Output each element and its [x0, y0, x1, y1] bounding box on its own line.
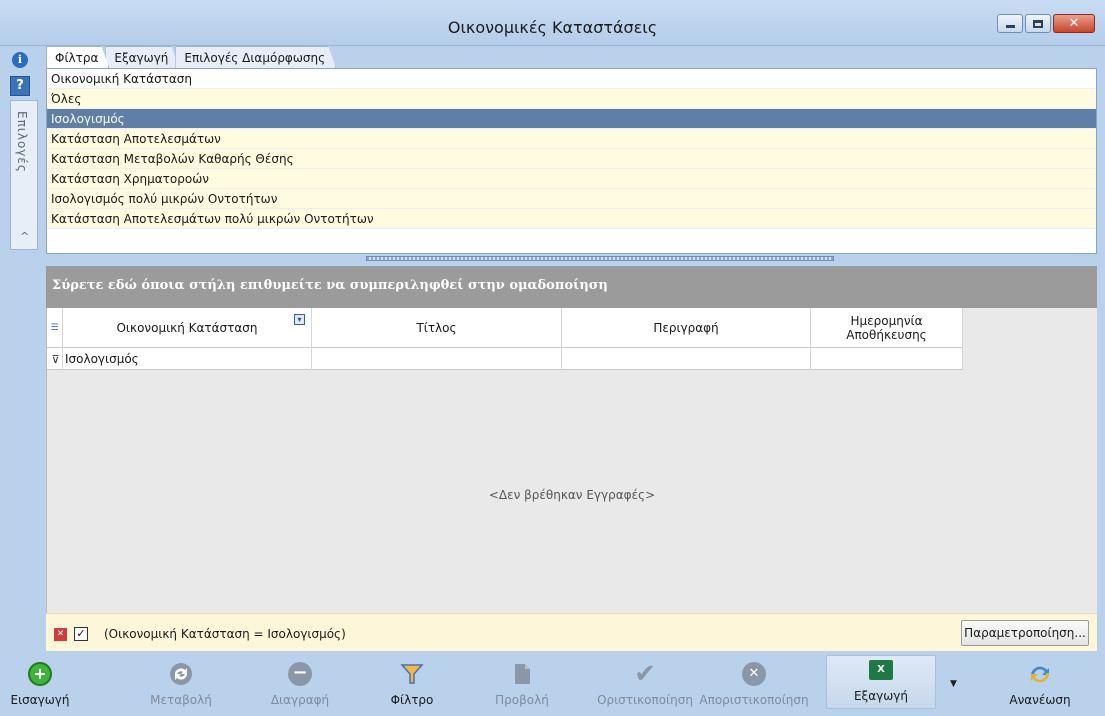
- empty-grid-message: <Δεν βρέθηκαν Εγγραφές>: [488, 488, 656, 502]
- delete-label: Διαγραφή: [270, 693, 330, 707]
- list-item[interactable]: Κατάσταση Αποτελεσμάτων: [47, 129, 1096, 149]
- filter-button[interactable]: Φίλτρο: [384, 653, 440, 713]
- help-icon[interactable]: ?: [10, 76, 30, 96]
- minimize-button[interactable]: [997, 14, 1023, 33]
- export-dropdown-arrow-icon[interactable]: ▼: [950, 679, 957, 689]
- check-icon: ✔: [634, 659, 656, 689]
- list-item[interactable]: Κατάσταση Χρηματοροών: [47, 169, 1096, 189]
- unfinalize-label: Απoριστικοποίηση: [699, 693, 809, 707]
- tab-filters[interactable]: Φίλτρα: [46, 46, 109, 68]
- delete-icon: −: [288, 662, 312, 686]
- tab-format-options[interactable]: Επιλογές Διαμόρφωσης: [175, 46, 336, 68]
- records-grid: ☰ Οικονομική Κατάσταση ▾ Τίτλος Περιγραφ…: [46, 308, 1097, 613]
- window-title: Οικονομικές Καταστάσεις: [447, 18, 658, 37]
- unfinalize-icon: ✕: [742, 662, 766, 686]
- unfinalize-button[interactable]: ✕ Απoριστικοποίηση: [696, 653, 812, 713]
- edit-label: Μεταβολή: [150, 693, 212, 707]
- list-item[interactable]: Κατάσταση Μεταβολών Καθαρής Θέσης: [47, 149, 1096, 169]
- refresh-label: Ανανέωση: [1009, 693, 1071, 707]
- financial-statement-filter-list: Οικονομική Κατάσταση Όλες Ισολογισμός Κα…: [46, 68, 1097, 254]
- window-controls: ✕: [997, 14, 1095, 33]
- view-button[interactable]: Προβολή: [492, 653, 552, 713]
- add-button[interactable]: + Εισαγωγή: [10, 653, 70, 713]
- customize-button[interactable]: Παραμετροποίηση...: [961, 620, 1089, 646]
- column-header-label: Οικονομική Κατάσταση: [116, 321, 258, 335]
- column-header-save-date[interactable]: Ημερομηνία Αποθήκευσης: [811, 308, 963, 348]
- active-filter-bar: ✕ ✓ (Οικονομική Κατάσταση = Ισολογισμός)…: [46, 613, 1097, 651]
- filter-label: Φίλτρο: [390, 693, 434, 707]
- export-button[interactable]: X Εξαγωγή: [836, 653, 926, 713]
- panel-splitter[interactable]: [46, 256, 1097, 262]
- filter-cell-title[interactable]: [312, 348, 562, 370]
- splitter-handle[interactable]: [366, 256, 834, 261]
- filter-expression[interactable]: (Οικονομική Κατάσταση = Ισολογισμός): [104, 627, 346, 641]
- add-label: Εισαγωγή: [10, 693, 70, 707]
- column-header-description[interactable]: Περιγραφή: [562, 308, 811, 348]
- edit-button[interactable]: Μεταβολή: [146, 653, 216, 713]
- close-icon: ✕: [1068, 16, 1080, 31]
- filter-cell-statement[interactable]: Ισολογισμός: [63, 348, 312, 370]
- filter-icon: [400, 664, 424, 684]
- minimize-icon: [1005, 25, 1015, 28]
- finalize-button[interactable]: ✔ Οριστικοποίηση: [590, 653, 700, 713]
- list-item[interactable]: Κατάσταση Αποτελεσμάτων πολύ μικρών Οντο…: [47, 209, 1096, 229]
- view-icon: [515, 664, 530, 684]
- grid-filter-row: ⊽ Ισολογισμός: [47, 348, 963, 370]
- maximize-icon: [1033, 19, 1043, 28]
- bottom-toolbar: + Εισαγωγή Μεταβολή − Διαγραφή Φίλτρο Πρ…: [0, 651, 1105, 716]
- title-bar: Οικονομικές Καταστάσεις ✕: [0, 0, 1105, 46]
- options-vertical-tab[interactable]: Επιλογές ^: [10, 100, 38, 250]
- chevron-up-icon[interactable]: ^: [20, 230, 29, 243]
- refresh-icon: [1030, 666, 1050, 683]
- filter-list-header: Οικονομική Κατάσταση: [47, 69, 1096, 89]
- list-item[interactable]: Ισολογισμός: [47, 109, 1096, 129]
- clear-filter-icon[interactable]: ✕: [54, 628, 67, 641]
- finalize-label: Οριστικοποίηση: [597, 693, 693, 707]
- add-icon: +: [28, 662, 52, 686]
- view-label: Προβολή: [495, 693, 549, 707]
- excel-icon: X: [869, 660, 893, 680]
- tab-export[interactable]: Εξαγωγή: [105, 46, 179, 68]
- export-label: Εξαγωγή: [853, 689, 909, 703]
- grid-header: ☰ Οικονομική Κατάσταση ▾ Τίτλος Περιγραφ…: [47, 308, 963, 348]
- filter-tabs: Φίλτρα Εξαγωγή Επιλογές Διαμόρφωσης: [46, 46, 332, 68]
- list-item[interactable]: Ισολογισμός πολύ μικρών Οντοτήτων: [47, 189, 1096, 209]
- left-strip: i ? Επιλογές ^: [0, 46, 46, 250]
- close-button[interactable]: ✕: [1053, 14, 1095, 33]
- column-header-title[interactable]: Τίτλος: [312, 308, 562, 348]
- filter-enabled-checkbox[interactable]: ✓: [74, 627, 88, 641]
- group-by-hint: Σύρετε εδώ όποια στήλη επιθυμείτε να συμ…: [52, 278, 608, 293]
- maximize-button[interactable]: [1025, 14, 1051, 33]
- column-chooser-icon[interactable]: ☰: [47, 308, 63, 348]
- refresh-button[interactable]: Ανανέωση: [1000, 653, 1080, 713]
- delete-button[interactable]: − Διαγραφή: [265, 653, 335, 713]
- list-item[interactable]: Όλες: [47, 89, 1096, 109]
- info-icon[interactable]: i: [12, 52, 28, 68]
- column-header-statement[interactable]: Οικονομική Κατάσταση ▾: [63, 308, 312, 348]
- group-by-panel[interactable]: Σύρετε εδώ όποια στήλη επιθυμείτε να συμ…: [46, 266, 1097, 308]
- edit-icon: [170, 663, 192, 685]
- filter-cell-description[interactable]: [562, 348, 811, 370]
- options-vertical-tab-label: Επιλογές: [15, 111, 29, 173]
- filter-row-icon: ⊽: [47, 348, 63, 370]
- filter-cell-save-date[interactable]: [811, 348, 963, 370]
- column-filter-icon[interactable]: ▾: [294, 314, 305, 325]
